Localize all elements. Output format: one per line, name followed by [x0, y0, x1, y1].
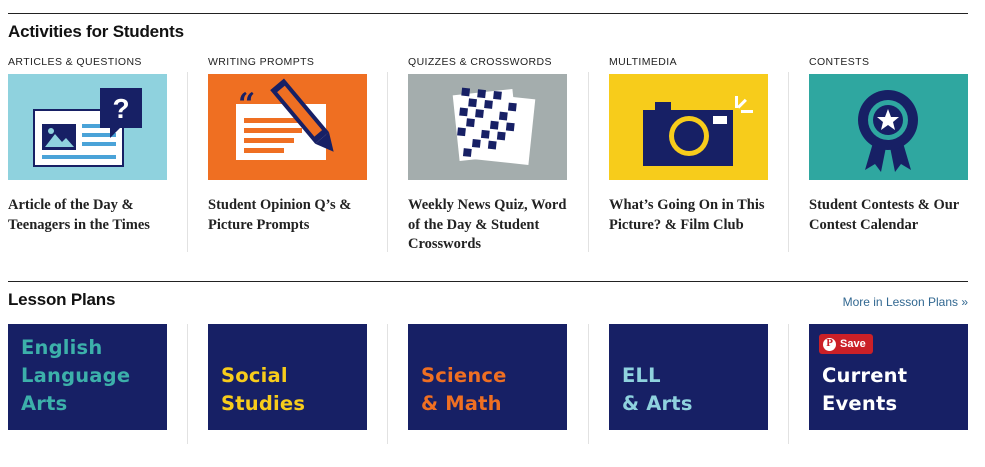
lessons-divider	[8, 281, 968, 282]
activity-kicker[interactable]: Quizzes & Crosswords	[408, 56, 568, 68]
lesson-title: Current Events	[822, 362, 907, 418]
more-lesson-plans-link[interactable]: More in Lesson Plans »	[843, 295, 968, 309]
lesson-ell-arts[interactable]: ELL & Arts	[609, 324, 768, 430]
lesson-title-line: Events	[822, 392, 898, 415]
newspaper-question-icon: ?	[33, 88, 142, 167]
activity-thumbnail[interactable]	[408, 74, 567, 180]
lesson-title-line: Arts	[21, 392, 68, 415]
activity-headline[interactable]: Article of the Day & Teenagers in the Ti…	[8, 196, 168, 235]
column-divider	[387, 324, 388, 444]
lesson-title-line: Studies	[221, 392, 306, 415]
lesson-title: English Language Arts	[21, 334, 130, 418]
lesson-current-events[interactable]: P Save Current Events	[809, 324, 968, 430]
column-divider	[187, 324, 188, 444]
lesson-title-line: & Arts	[622, 392, 693, 415]
activity-thumbnail[interactable]: ?	[8, 74, 167, 180]
activity-kicker[interactable]: Multimedia	[609, 56, 769, 68]
crossword-icon	[452, 87, 536, 165]
activity-articles-questions: Articles & Questions ? Article of the Da…	[8, 56, 168, 235]
activity-thumbnail[interactable]	[809, 74, 968, 180]
camera-icon	[643, 96, 753, 166]
lesson-title-line: Language	[21, 364, 131, 387]
activity-thumbnail[interactable]: “	[208, 74, 367, 180]
lesson-title-line: Social	[221, 364, 288, 387]
lesson-science-math[interactable]: Science & Math	[408, 324, 567, 430]
activity-headline[interactable]: Student Contests & Our Contest Calendar	[809, 196, 969, 235]
top-divider	[8, 13, 968, 14]
column-divider	[387, 72, 388, 252]
activity-quizzes-crosswords: Quizzes & Crosswords Weekly News Quiz, W…	[408, 56, 568, 255]
lesson-title-line: Science	[421, 364, 507, 387]
pinterest-save-button[interactable]: P Save	[819, 334, 873, 354]
svg-text:“: “	[238, 87, 255, 122]
activity-headline[interactable]: Student Opinion Q’s & Picture Prompts	[208, 196, 368, 235]
lesson-title-line: ELL	[622, 364, 661, 387]
activity-kicker[interactable]: Articles & Questions	[8, 56, 168, 68]
lesson-ela[interactable]: English Language Arts	[8, 324, 167, 430]
column-divider	[788, 72, 789, 252]
lessons-section-title: Lesson Plans	[8, 290, 116, 309]
lesson-title-line: & Math	[421, 392, 502, 415]
column-divider	[588, 72, 589, 252]
activity-kicker[interactable]: Writing Prompts	[208, 56, 368, 68]
activity-contests: Contests Student Contests & Our Contest …	[809, 56, 969, 235]
column-divider	[588, 324, 589, 444]
activity-headline[interactable]: What’s Going On in This Picture? & Film …	[609, 196, 769, 235]
column-divider	[187, 72, 188, 252]
activity-kicker[interactable]: Contests	[809, 56, 969, 68]
activity-writing-prompts: Writing Prompts “ Student Opinion Q’s & …	[208, 56, 368, 235]
pencil-quote-icon: “	[236, 78, 334, 160]
lesson-title-line: English	[21, 336, 103, 359]
activity-thumbnail[interactable]	[609, 74, 768, 180]
svg-text:?: ?	[112, 93, 129, 124]
lesson-title-line: Current	[822, 364, 908, 387]
lesson-title: ELL & Arts	[622, 362, 693, 418]
lesson-title: Social Studies	[221, 362, 305, 418]
activities-section-title: Activities for Students	[8, 22, 184, 41]
award-ribbon-icon	[858, 90, 918, 172]
activity-multimedia: Multimedia What’s Going On in This Pictu…	[609, 56, 769, 235]
pinterest-icon: P	[823, 337, 836, 351]
save-label: Save	[840, 338, 866, 350]
activity-headline[interactable]: Weekly News Quiz, Word of the Day & Stud…	[408, 196, 568, 255]
lesson-social-studies[interactable]: Social Studies	[208, 324, 367, 430]
column-divider	[788, 324, 789, 444]
lesson-title: Science & Math	[421, 362, 507, 418]
